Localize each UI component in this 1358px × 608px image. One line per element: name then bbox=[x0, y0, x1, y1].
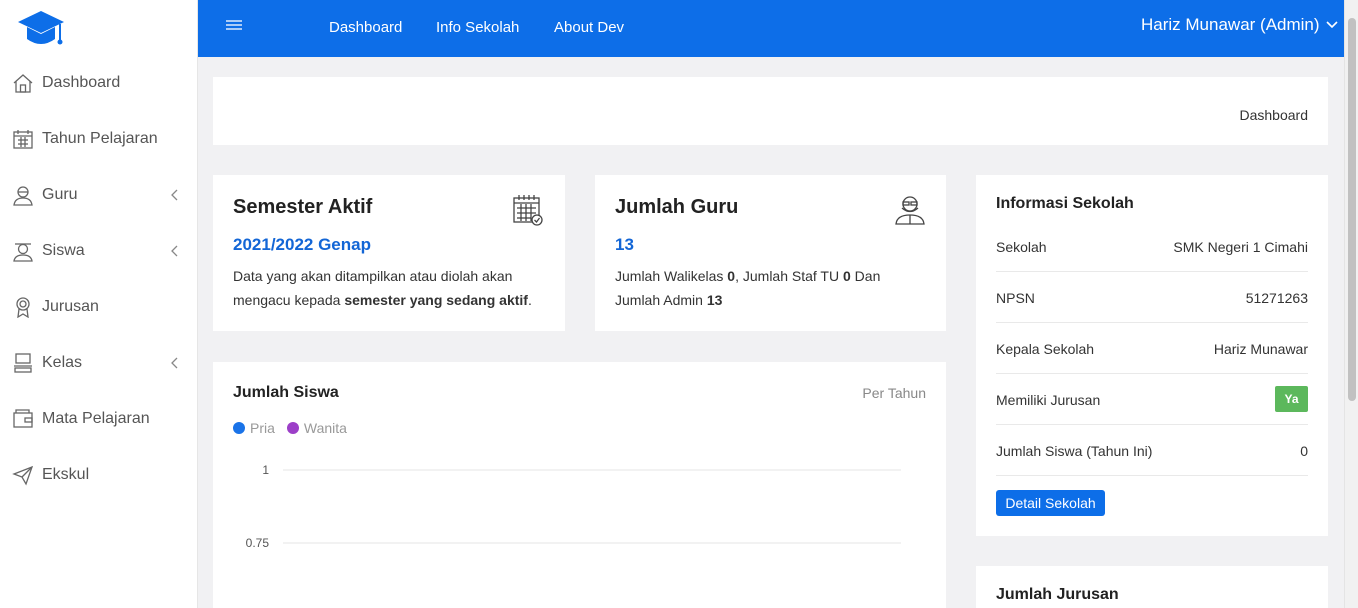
chart-title: Jumlah Siswa bbox=[233, 384, 339, 401]
y-tick-label: 1 bbox=[262, 463, 269, 477]
info-row-memiliki-jurusan: Memiliki Jurusan Ya bbox=[996, 374, 1308, 425]
jumlah-siswa-chart: 10.75 bbox=[246, 463, 901, 550]
semester-description: Data yang akan ditampilkan atau diolah a… bbox=[233, 268, 532, 308]
paper-plane-icon bbox=[12, 465, 34, 486]
sidebar-item-mata-pelajaran[interactable]: Mata Pelajaran bbox=[0, 399, 198, 439]
topnav-dashboard-link[interactable]: Dashboard bbox=[329, 19, 402, 36]
card-title: Jumlah Guru bbox=[615, 196, 739, 218]
legend-item-pria[interactable]: Pria bbox=[233, 420, 275, 436]
legend-dot bbox=[233, 422, 245, 434]
sidebar-item-ekskul[interactable]: Ekskul bbox=[0, 455, 198, 495]
info-row-npsn: NPSN 51271263 bbox=[996, 272, 1308, 323]
teacher-icon bbox=[13, 186, 33, 206]
card-title: Semester Aktif bbox=[233, 196, 373, 218]
sidebar: Dashboard Tahun Pelajaran Guru Siswa Jur… bbox=[0, 0, 198, 608]
sidebar-item-jurusan[interactable]: Jurusan bbox=[0, 287, 198, 327]
chevron-left-icon bbox=[171, 189, 178, 201]
teacher-avatar-icon bbox=[895, 196, 925, 225]
sidebar-item-guru[interactable]: Guru bbox=[0, 175, 198, 215]
chart-period: Per Tahun bbox=[862, 385, 926, 401]
hamburger-menu-icon[interactable] bbox=[226, 18, 242, 32]
wallet-icon bbox=[13, 409, 33, 428]
guru-count: 13 bbox=[615, 235, 634, 254]
scrollbar-thumb[interactable] bbox=[1348, 18, 1356, 401]
breadcrumb: Dashboard bbox=[1239, 107, 1309, 123]
legend-item-wanita[interactable]: Wanita bbox=[286, 420, 347, 436]
jumlah-jurusan-card: Jumlah Jurusan bbox=[976, 566, 1328, 608]
sidebar-item-tahun-pelajaran[interactable]: Tahun Pelajaran bbox=[0, 119, 198, 159]
sidebar-item-dashboard[interactable]: Dashboard bbox=[0, 63, 198, 103]
card-title: Informasi Sekolah bbox=[996, 195, 1134, 212]
sidebar-item-label: Dashboard bbox=[42, 74, 121, 91]
status-badge: Ya bbox=[1275, 386, 1308, 412]
chevron-left-icon bbox=[171, 245, 178, 257]
sidebar-item-kelas[interactable]: Kelas bbox=[0, 343, 198, 383]
card-title: Jumlah Jurusan bbox=[996, 586, 1119, 603]
sidebar-item-label: Kelas bbox=[42, 354, 83, 371]
info-row-kepala-sekolah: Kepala Sekolah Hariz Munawar bbox=[996, 323, 1308, 374]
semester-aktif-card: Semester Aktif 2021/2022 Genap Data yang… bbox=[213, 175, 565, 331]
topbar: Dashboard Info Sekolah About Dev Hariz M… bbox=[198, 0, 1358, 57]
semester-value: 2021/2022 Genap bbox=[233, 235, 371, 254]
user-menu[interactable]: Hariz Munawar (Admin) bbox=[1141, 15, 1338, 35]
sidebar-item-label: Siswa bbox=[42, 242, 85, 259]
calendar-icon bbox=[13, 130, 33, 149]
topnav-info-sekolah-link[interactable]: Info Sekolah bbox=[436, 19, 519, 36]
jumlah-siswa-chart-card: Jumlah Siswa Per Tahun Pria Wanita 1 0.75 bbox=[213, 362, 946, 608]
breadcrumb-card: Dashboard bbox=[213, 77, 1328, 145]
topnav-about-dev-link[interactable]: About Dev bbox=[554, 19, 624, 36]
sidebar-item-label: Jurusan bbox=[42, 298, 99, 315]
sidebar-item-label: Mata Pelajaran bbox=[42, 410, 150, 427]
graduation-cap-icon[interactable] bbox=[17, 9, 65, 49]
jumlah-guru-card: Jumlah Guru 13 Jumlah Walikelas 0, Jumla… bbox=[595, 175, 946, 331]
chart-legend: Pria Wanita bbox=[233, 420, 359, 436]
page-scrollbar[interactable] bbox=[1344, 0, 1358, 608]
legend-dot bbox=[286, 422, 299, 434]
user-name: Hariz Munawar (Admin) bbox=[1141, 15, 1320, 34]
award-icon bbox=[16, 297, 30, 318]
info-row-jumlah-siswa: Jumlah Siswa (Tahun Ini) 0 bbox=[996, 425, 1308, 476]
sidebar-item-label: Ekskul bbox=[42, 466, 90, 483]
chevron-left-icon bbox=[171, 357, 178, 369]
detail-sekolah-button[interactable]: Detail Sekolah bbox=[996, 490, 1105, 516]
classroom-icon bbox=[14, 353, 32, 373]
calendar-check-icon bbox=[513, 195, 543, 226]
chevron-down-icon bbox=[1325, 21, 1338, 29]
home-icon bbox=[13, 74, 33, 93]
sidebar-item-siswa[interactable]: Siswa bbox=[0, 231, 198, 271]
sidebar-item-label: Guru bbox=[42, 186, 78, 203]
guru-description: Jumlah Walikelas 0, Jumlah Staf TU 0 Dan… bbox=[615, 268, 881, 308]
student-icon bbox=[13, 243, 33, 262]
y-tick-label: 0.75 bbox=[246, 536, 270, 550]
informasi-sekolah-card: Informasi Sekolah Sekolah SMK Negeri 1 Ci… bbox=[976, 175, 1328, 536]
info-row-sekolah: Sekolah SMK Negeri 1 Cimahi bbox=[996, 221, 1308, 272]
sidebar-item-label: Tahun Pelajaran bbox=[42, 130, 158, 147]
